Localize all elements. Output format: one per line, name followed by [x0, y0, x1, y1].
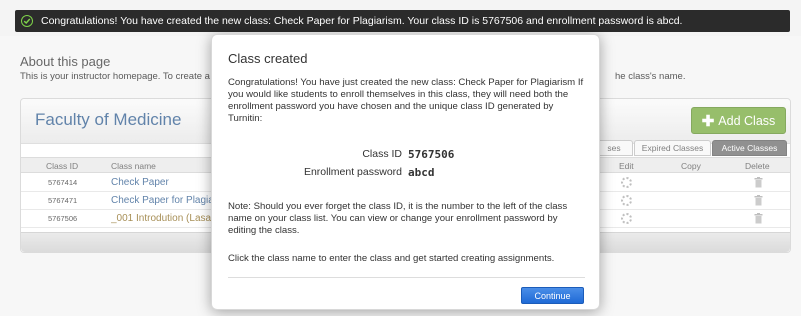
success-banner: Congratulations! You have created the ne…	[15, 10, 790, 32]
checkmark-icon	[21, 15, 33, 27]
class-created-dialog: Class created Congratulations! You have …	[211, 34, 600, 310]
class-id-value: 5767506	[408, 148, 455, 161]
class-id-row: Class ID 5767506	[228, 148, 588, 162]
class-id-label: Class ID	[362, 148, 402, 160]
password-label: Enrollment password	[303, 166, 402, 178]
password-row: Enrollment password abcd	[228, 166, 588, 180]
divider	[228, 277, 585, 278]
dialog-hint: Click the class name to enter the class …	[228, 253, 555, 264]
dialog-body: Congratulations! You have just created t…	[228, 77, 584, 124]
dialog-title: Class created	[228, 51, 308, 66]
banner-message: Congratulations! You have created the ne…	[41, 15, 683, 27]
password-value: abcd	[408, 166, 435, 179]
continue-button[interactable]: Continue	[521, 287, 584, 304]
dialog-note: Note: Should you ever forget the class I…	[228, 201, 568, 236]
